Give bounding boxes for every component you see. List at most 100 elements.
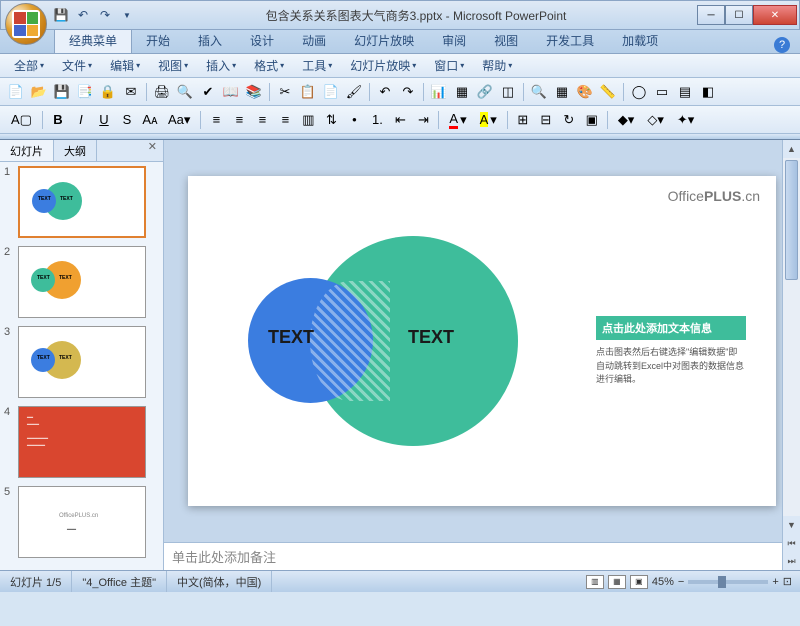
scroll-thumb[interactable] <box>785 160 798 280</box>
spellcheck-icon[interactable]: ✔ <box>198 82 218 102</box>
align-left-button[interactable]: ≡ <box>206 110 226 130</box>
mail-icon[interactable]: ✉ <box>121 82 141 102</box>
menu-file[interactable]: 文件▾ <box>54 55 100 76</box>
arrange-button[interactable]: ▣ <box>582 110 602 130</box>
venn-label-2[interactable]: TEXT <box>408 328 448 346</box>
save-icon[interactable]: 💾 <box>53 7 69 23</box>
scroll-down-icon[interactable]: ▼ <box>783 516 800 534</box>
indent-dec-button[interactable]: ⇤ <box>390 110 410 130</box>
thumbnail-2[interactable]: TEXTTEXT <box>18 246 146 318</box>
zoom-slider[interactable] <box>688 580 768 584</box>
indent-inc-button[interactable]: ⇥ <box>413 110 433 130</box>
fontcase-button[interactable]: Aa▾ <box>163 110 195 130</box>
thumb-tab-outline[interactable]: 大纲 <box>54 140 97 161</box>
zoom-icon[interactable]: 🔍 <box>529 82 549 102</box>
close-button[interactable]: ✕ <box>753 5 797 25</box>
ribbon-tab-developer[interactable]: 开发工具 <box>532 28 608 53</box>
zoom-level[interactable]: 45% <box>652 576 674 588</box>
align-right-button[interactable]: ≡ <box>252 110 272 130</box>
underline-button[interactable]: U <box>94 110 114 130</box>
view-normal-button[interactable]: ▥ <box>586 575 604 589</box>
textbox-icon[interactable]: A▢ <box>6 110 37 130</box>
align-justify-button[interactable]: ≡ <box>275 110 295 130</box>
fontsize-button[interactable]: Aᴀ <box>140 110 160 130</box>
thumbnail-4[interactable]: ━━━━━━━━━━━━━━━━━━━ <box>18 406 146 478</box>
thesaurus-icon[interactable]: 📚 <box>244 82 264 102</box>
preview-icon[interactable]: 🔍 <box>175 82 195 102</box>
fit-button[interactable]: ⊡ <box>783 575 792 588</box>
formatpainter-icon[interactable]: 🖌 <box>344 82 364 102</box>
ribbon-tab-slideshow[interactable]: 幻灯片放映 <box>340 28 428 53</box>
next-slide-icon[interactable]: ⏭ <box>783 552 800 570</box>
ribbon-tab-insert[interactable]: 插入 <box>184 28 236 53</box>
object-icon[interactable]: ◫ <box>498 82 518 102</box>
color-icon[interactable]: 🎨 <box>575 82 595 102</box>
scroll-up-icon[interactable]: ▲ <box>783 140 800 158</box>
status-slide-count[interactable]: 幻灯片 1/5 <box>0 571 72 592</box>
shapefill-button[interactable]: ◆▾ <box>613 110 640 130</box>
redo-icon[interactable]: ↷ <box>97 7 113 23</box>
hyperlink-icon[interactable]: 🔗 <box>475 82 495 102</box>
fontcolor-button[interactable]: A▾ <box>444 110 471 130</box>
menu-edit[interactable]: 编辑▾ <box>102 55 148 76</box>
menu-slideshow[interactable]: 幻灯片放映▾ <box>342 55 424 76</box>
view-slideshow-button[interactable]: ▣ <box>630 575 648 589</box>
menu-tools[interactable]: 工具▾ <box>294 55 340 76</box>
align-center-button[interactable]: ≡ <box>229 110 249 130</box>
redo-icon[interactable]: ↷ <box>398 82 418 102</box>
ruler-icon[interactable]: 📏 <box>598 82 618 102</box>
saveas-icon[interactable]: 📑 <box>75 82 95 102</box>
qat-dropdown-icon[interactable]: ▼ <box>119 7 135 23</box>
thumbnail-3[interactable]: TEXTTEXT <box>18 326 146 398</box>
shapes-icon[interactable]: ◯ <box>629 82 649 102</box>
ribbon-tab-addins[interactable]: 加载项 <box>608 28 672 53</box>
ribbon-tab-animation[interactable]: 动画 <box>288 28 340 53</box>
highlight-button[interactable]: A▾ <box>475 110 502 130</box>
bold-button[interactable]: B <box>48 110 68 130</box>
info-box[interactable]: 点击此处添加文本信息 点击图表然后右键选择"编辑数据"即自动跳转到Excel中对… <box>596 316 746 387</box>
menu-window[interactable]: 窗口▾ <box>426 55 472 76</box>
zoom-out-button[interactable]: − <box>678 576 684 588</box>
paste-icon[interactable]: 📄 <box>321 82 341 102</box>
group-button[interactable]: ⊞ <box>513 110 533 130</box>
grid-icon[interactable]: ▦ <box>552 82 572 102</box>
vertical-scrollbar[interactable]: ▲ ▼ ⏮ ⏭ <box>782 140 800 570</box>
undo-icon[interactable]: ↶ <box>375 82 395 102</box>
ribbon-tab-home[interactable]: 开始 <box>132 28 184 53</box>
prev-slide-icon[interactable]: ⏮ <box>783 534 800 552</box>
undo-icon[interactable]: ↶ <box>75 7 91 23</box>
numbering-button[interactable]: 1. <box>367 110 387 130</box>
permission-icon[interactable]: 🔒 <box>98 82 118 102</box>
copy-icon[interactable]: 📋 <box>298 82 318 102</box>
maximize-button[interactable]: ☐ <box>725 5 753 25</box>
bullets-button[interactable]: • <box>344 110 364 130</box>
columns-button[interactable]: ▥ <box>298 110 318 130</box>
print-icon[interactable]: 🖨 <box>152 82 172 102</box>
shadow-button[interactable]: S <box>117 110 137 130</box>
rotate-button[interactable]: ↻ <box>559 110 579 130</box>
menu-help[interactable]: 帮助▾ <box>474 55 520 76</box>
shapeoutline-button[interactable]: ◇▾ <box>642 110 669 130</box>
help-icon[interactable]: ? <box>774 37 790 53</box>
status-theme[interactable]: "4_Office 主题" <box>72 571 167 592</box>
slide[interactable]: OfficePLUS.cn TEXT TEXT 点击此处添加文本信息 点击图表然… <box>188 176 776 506</box>
ungroup-button[interactable]: ⊟ <box>536 110 556 130</box>
zoom-in-button[interactable]: + <box>772 576 778 588</box>
linespace-button[interactable]: ⇅ <box>321 110 341 130</box>
menu-view[interactable]: 视图▾ <box>150 55 196 76</box>
office-button[interactable] <box>5 3 47 45</box>
ribbon-tab-review[interactable]: 审阅 <box>428 28 480 53</box>
research-icon[interactable]: 📖 <box>221 82 241 102</box>
venn-label-1[interactable]: TEXT <box>268 328 308 346</box>
chart-icon[interactable]: 📊 <box>429 82 449 102</box>
ribbon-tab-classic[interactable]: 经典菜单 <box>54 27 132 53</box>
menu-all[interactable]: 全部▾ <box>6 55 52 76</box>
ribbon-tab-view[interactable]: 视图 <box>480 28 532 53</box>
new-icon[interactable]: 📄 <box>6 82 26 102</box>
cut-icon[interactable]: ✂ <box>275 82 295 102</box>
design-icon[interactable]: ◧ <box>698 82 718 102</box>
table-icon[interactable]: ▦ <box>452 82 472 102</box>
view-sorter-button[interactable]: ▦ <box>608 575 626 589</box>
thumbnail-5[interactable]: OfficePLUS.cn ━━━ <box>18 486 146 558</box>
thumbnail-1[interactable]: TEXTTEXT <box>18 166 146 238</box>
